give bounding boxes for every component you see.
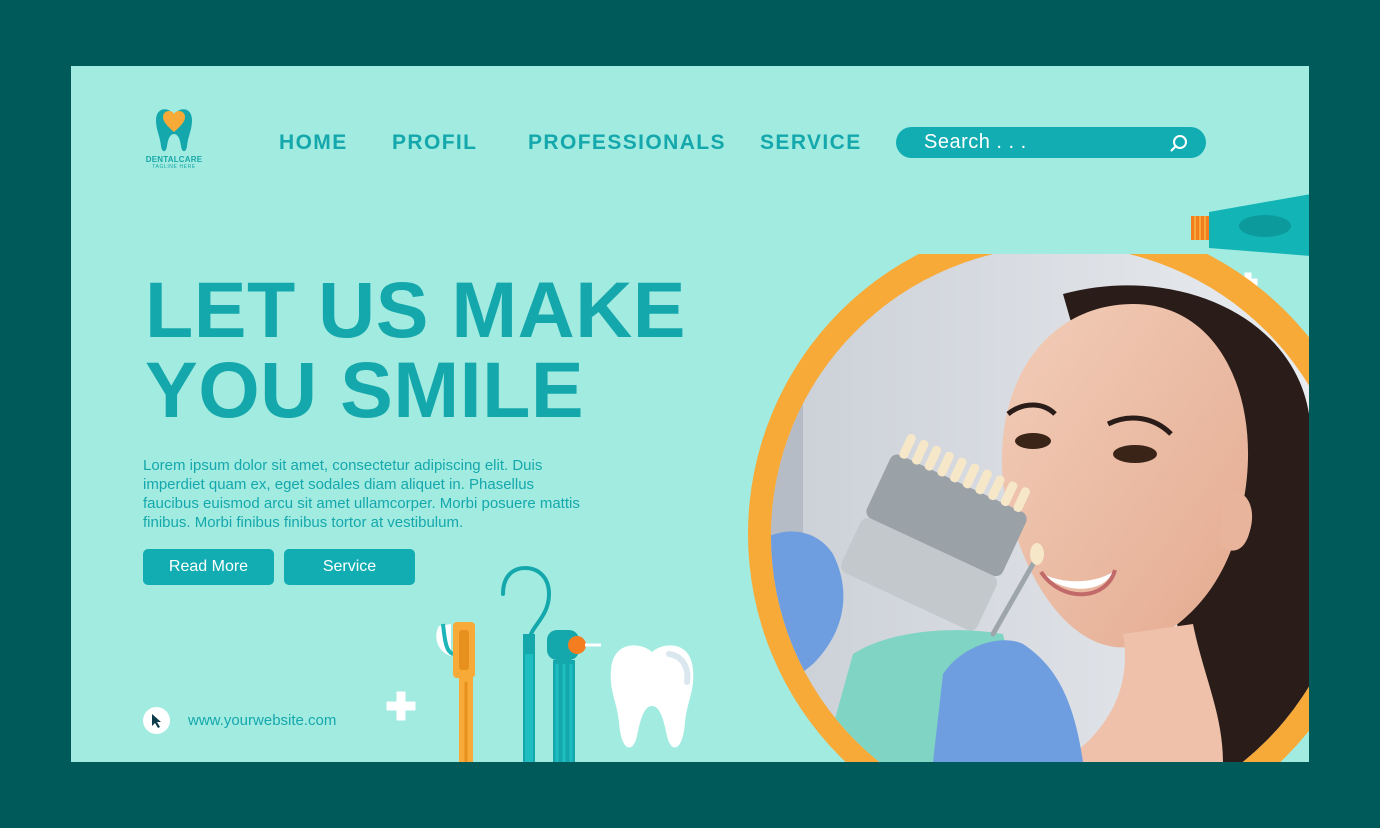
website-link[interactable]: www.yourwebsite.com xyxy=(188,712,336,729)
hero-title-line-2: YOU SMILE xyxy=(145,345,585,434)
nav-profil[interactable]: PROFIL xyxy=(392,131,477,155)
search-bar xyxy=(896,127,1206,158)
brand-logo[interactable]: DENTALCARE TAGLINE HERE xyxy=(141,106,207,176)
nav-home[interactable]: HOME xyxy=(279,131,348,155)
toothpaste-icon xyxy=(1191,194,1309,256)
hero-description: Lorem ipsum dolor sit amet, consectetur … xyxy=(143,457,580,531)
hero-title: LET US MAKE YOU SMILE xyxy=(145,270,686,430)
toothbrush-icon xyxy=(436,622,475,762)
brand-tagline: TAGLINE HERE xyxy=(152,164,196,170)
tooth-logo-icon xyxy=(156,109,192,152)
landing-page: DENTALCARE TAGLINE HERE HOME PROFIL PROF… xyxy=(71,66,1309,762)
nav-professionals[interactable]: PROFESSIONALS xyxy=(528,131,726,155)
hero-photo xyxy=(748,254,1309,762)
read-more-button[interactable]: Read More xyxy=(143,549,274,585)
service-button[interactable]: Service xyxy=(284,549,415,585)
cursor-icon xyxy=(143,707,170,734)
nav-service[interactable]: SERVICE xyxy=(760,131,862,155)
hero-title-line-1: LET US MAKE xyxy=(145,265,686,354)
dental-drill-icon xyxy=(547,630,601,762)
search-input[interactable] xyxy=(922,130,1156,155)
tooth-icon xyxy=(610,645,694,748)
search-icon[interactable] xyxy=(1170,134,1188,152)
website-row: www.yourwebsite.com xyxy=(143,707,336,734)
plus-icon xyxy=(386,691,416,721)
brand-name: DENTALCARE xyxy=(145,155,203,164)
